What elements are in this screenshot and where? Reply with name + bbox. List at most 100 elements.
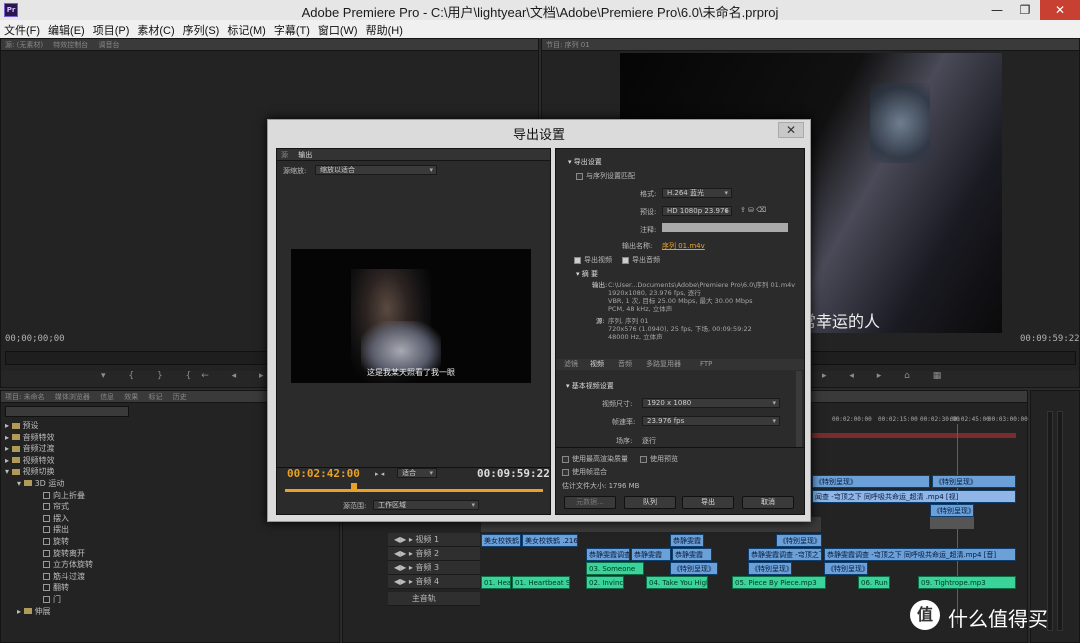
track-header-audio-3[interactable]: ◀▶ ▸ 音频 3	[388, 561, 480, 575]
fit-select[interactable]: 适合	[397, 468, 437, 478]
effects-tree-item[interactable]: 向上折叠	[5, 490, 93, 502]
thumbnail-clip[interactable]	[930, 517, 974, 529]
output-name-link[interactable]: 序列 01.m4v	[662, 241, 705, 251]
minimize-button[interactable]: —	[982, 0, 1012, 20]
effects-tree-item[interactable]: 立方体旋转	[5, 559, 93, 571]
audio-clip[interactable]: 美女校铁鹤 .216	[522, 534, 578, 547]
audio-clip[interactable]: 恭静雯霞	[631, 548, 671, 561]
work-area-bar[interactable]	[812, 433, 1016, 438]
preset-action-icons[interactable]: ⇪ ⛁ ⌫	[740, 206, 766, 214]
audio-clip[interactable]: 《特别呈现》	[824, 562, 868, 575]
track-header-master[interactable]: 主音轨	[388, 592, 480, 606]
tab-filters[interactable]: 滤镜	[564, 359, 578, 370]
effects-tree-item[interactable]: ▸ 伸展	[5, 606, 93, 618]
metadata-button[interactable]: 元数据...	[564, 496, 616, 509]
effects-tree-item[interactable]: ▸ 音频特效	[5, 432, 93, 444]
source-scaling-select[interactable]: 缩放以适合	[315, 165, 437, 175]
video-clip[interactable]: 《特别呈现》	[812, 475, 930, 488]
menu-edit[interactable]: 编辑(E)	[44, 20, 89, 40]
effects-search-input[interactable]	[5, 406, 129, 417]
audio-clip[interactable]: 《特别呈现》	[670, 562, 718, 575]
tab-audio-mixer[interactable]: 调音台	[99, 41, 120, 49]
effects-tree-item[interactable]: ▾ 视频切换	[5, 466, 93, 478]
frame-blend-checkbox[interactable]: 使用帧混合	[562, 467, 607, 477]
track-header-audio-2[interactable]: ◀▶ ▸ 音频 2	[388, 547, 480, 561]
effects-tree-item[interactable]: ▸ 音频过渡	[5, 443, 93, 455]
settings-scrollbar[interactable]	[796, 371, 802, 447]
tab-project[interactable]: 项目: 未命名	[5, 393, 45, 401]
use-preview-checkbox[interactable]: 使用预览	[640, 454, 678, 464]
audio-clip[interactable]: 《特别呈现》	[776, 534, 822, 547]
menu-project[interactable]: 项目(P)	[89, 20, 134, 40]
export-audio-checkbox[interactable]: 导出音频	[622, 255, 660, 265]
tab-ftp[interactable]: FTP	[700, 359, 712, 370]
effects-tree-item[interactable]: ▾ 3D 运动	[5, 478, 93, 490]
audio-clip[interactable]: 04. Take You High	[646, 576, 708, 589]
cancel-button[interactable]: 取消	[742, 496, 794, 509]
video-size-select[interactable]: 1920 x 1080	[642, 398, 780, 408]
tab-effects[interactable]: 效果	[124, 393, 138, 401]
effects-tree-item[interactable]: ▸ 视频特效	[5, 455, 93, 467]
tab-program[interactable]: 节目: 序列 01	[546, 41, 590, 49]
audio-clip[interactable]: 恭静雯霞	[670, 534, 704, 547]
mark-buttons[interactable]: ▸ ◂	[375, 470, 384, 478]
tab-markers[interactable]: 标记	[149, 393, 163, 401]
format-select[interactable]: H.264 蓝光	[662, 188, 732, 198]
close-window-button[interactable]: ✕	[1040, 0, 1080, 20]
audio-clip[interactable]: 06. Run Ru	[858, 576, 890, 589]
tab-effect-controls[interactable]: 特效控制台	[53, 41, 88, 49]
audio-clip[interactable]: 05. Piece By Piece.mp3	[732, 576, 826, 589]
audio-clip[interactable]: 《特别呈现》 _20	[748, 562, 792, 575]
frame-rate-select[interactable]: 23.976 fps	[642, 416, 780, 426]
effects-tree-item[interactable]: 旋转离开	[5, 548, 93, 560]
effects-tree-item[interactable]: 翻转	[5, 582, 93, 594]
audio-clip[interactable]: 01. Heart	[481, 576, 511, 589]
tab-source[interactable]: 源: (无素材)	[5, 41, 43, 49]
menu-file[interactable]: 文件(F)	[0, 20, 44, 40]
menu-title[interactable]: 字幕(T)	[270, 20, 314, 40]
video-clip[interactable]: 《特别呈现》	[930, 504, 974, 517]
effects-tree-item[interactable]: 旋转	[5, 536, 93, 548]
effects-tree-item[interactable]: 帘式	[5, 501, 93, 513]
export-range-bar[interactable]	[285, 489, 543, 492]
effects-tree-item[interactable]: 门	[5, 594, 93, 606]
tab-output-preview[interactable]: 输出	[298, 151, 312, 159]
audio-clip[interactable]: 恭静雯霞调查 -穹顶之下	[748, 548, 822, 561]
effects-tree-item[interactable]: 摆出	[5, 524, 93, 536]
effects-tree-item[interactable]: 摆入	[5, 513, 93, 525]
audio-clip[interactable]: 恭静雯霞	[672, 548, 712, 561]
playhead-handle[interactable]	[351, 483, 357, 489]
menu-sequence[interactable]: 序列(S)	[179, 20, 224, 40]
comment-input[interactable]	[662, 223, 788, 232]
audio-clip[interactable]: 09. Tightrope.mp3	[918, 576, 1016, 589]
effects-tree-item[interactable]: ▸ 预设	[5, 420, 93, 432]
tab-multiplexer[interactable]: 多路复用器	[646, 359, 681, 370]
current-time[interactable]: 00:02:42:00	[287, 467, 360, 480]
tab-info[interactable]: 信息	[100, 393, 114, 401]
dialog-close-button[interactable]: ✕	[778, 122, 804, 138]
timeline-ruler[interactable]: 00:02:00:00 00:02:15:00 00:02:30:00 00:0…	[812, 416, 1028, 425]
menu-marker[interactable]: 标记(M)	[223, 20, 270, 40]
maximize-button[interactable]: ❐	[1010, 0, 1040, 20]
audio-clip[interactable]: 02. Invincib	[586, 576, 624, 589]
export-settings-section[interactable]: ▾ 导出设置	[568, 157, 602, 167]
audio-clip[interactable]: 恭静雯霞调查 -穹顶之下 同呼吸共命运_超清.mp4 [音]	[824, 548, 1016, 561]
tab-media-browser[interactable]: 媒体浏览器	[55, 393, 90, 401]
effects-tree-item[interactable]: 筋斗过渡	[5, 571, 93, 583]
tab-video[interactable]: 视频	[590, 359, 604, 370]
audio-clip[interactable]: 03. Someone	[586, 562, 644, 575]
source-range-select[interactable]: 工作区域	[373, 500, 479, 510]
menu-clip[interactable]: 素材(C)	[133, 20, 178, 40]
audio-clip[interactable]: 01. Heartbeat Son	[512, 576, 570, 589]
tab-audio[interactable]: 音频	[618, 359, 632, 370]
menu-help[interactable]: 帮助(H)	[362, 20, 407, 40]
basic-video-section[interactable]: ▾ 基本视频设置	[566, 381, 614, 391]
preset-select[interactable]: HD 1080p 23.976	[662, 206, 732, 216]
export-video-checkbox[interactable]: 导出视频	[574, 255, 612, 265]
menu-window[interactable]: 窗口(W)	[314, 20, 362, 40]
track-header-video-1[interactable]: ◀▶ ▸ 视频 1	[388, 533, 480, 547]
match-sequence-checkbox[interactable]: 与序列设置匹配	[576, 171, 635, 181]
track-header-audio-4[interactable]: ◀▶ ▸ 音频 4	[388, 575, 480, 589]
queue-button[interactable]: 队列	[624, 496, 676, 509]
summary-section[interactable]: ▾ 摘 要	[576, 269, 598, 279]
